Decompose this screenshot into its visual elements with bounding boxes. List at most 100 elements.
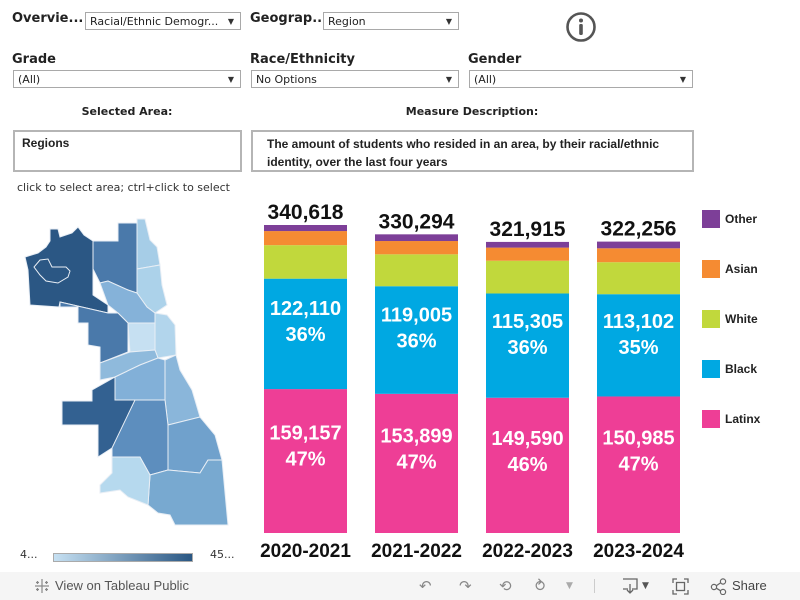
segment-value-label: 149,590 bbox=[491, 428, 563, 450]
segment-percent-label: 35% bbox=[618, 337, 658, 359]
bar-segment-white bbox=[597, 262, 680, 295]
tableau-logo-icon bbox=[34, 578, 50, 598]
grade-dropdown[interactable]: (All) ▼ bbox=[13, 70, 241, 88]
footer-toolbar: View on Tableau Public ↶ ↷ ⟲ ⥁ ▼ ▼ Share bbox=[0, 572, 800, 600]
map-color-scale bbox=[53, 553, 193, 562]
toolbar-divider bbox=[594, 579, 595, 593]
segment-value-label: 113,102 bbox=[603, 311, 674, 333]
legend-label: Asian bbox=[725, 262, 758, 276]
overview-dropdown-value: Racial/Ethnic Demogr... bbox=[90, 15, 219, 28]
segment-percent-label: 47% bbox=[396, 452, 436, 474]
segment-value-label: 119,005 bbox=[381, 305, 452, 327]
legend-swatch bbox=[702, 260, 720, 278]
map-region-far-southwest-pocket[interactable] bbox=[99, 456, 151, 506]
bar-segment-other bbox=[264, 225, 347, 232]
bar-total-label: 330,294 bbox=[379, 210, 455, 233]
legend-item-other[interactable]: Other bbox=[702, 210, 757, 228]
segment-percent-label: 46% bbox=[507, 454, 547, 476]
bar-segment-other bbox=[597, 241, 680, 249]
bar-segment-asian bbox=[597, 248, 680, 263]
segment-value-label: 115,305 bbox=[492, 311, 563, 333]
grade-dropdown-value: (All) bbox=[18, 73, 41, 86]
download-icon[interactable] bbox=[621, 578, 639, 598]
bar-segment-asian bbox=[264, 231, 347, 246]
chevron-down-icon: ▼ bbox=[445, 17, 452, 26]
map-region-south-lakefront[interactable] bbox=[164, 354, 201, 426]
legend-swatch bbox=[702, 210, 720, 228]
region-map[interactable] bbox=[0, 195, 245, 535]
segment-value-label: 159,157 bbox=[269, 422, 341, 444]
category-label: 2023-2024 bbox=[593, 541, 684, 562]
chevron-down-icon: ▼ bbox=[679, 75, 686, 84]
bar-total-label: 322,256 bbox=[601, 218, 677, 241]
segment-percent-label: 47% bbox=[618, 453, 658, 475]
legend-item-latinx[interactable]: Latinx bbox=[702, 410, 760, 428]
category-label: 2022-2023 bbox=[482, 541, 573, 562]
geography-dropdown[interactable]: Region ▼ bbox=[323, 12, 459, 30]
grade-filter-label: Grade bbox=[12, 52, 56, 67]
view-on-tableau-link[interactable]: View on Tableau Public bbox=[55, 578, 189, 593]
map-region-far-north-lakefront[interactable] bbox=[136, 218, 161, 270]
share-button[interactable]: Share bbox=[732, 578, 767, 593]
map-hint: click to select area; ctrl+click to sele… bbox=[17, 181, 230, 194]
geography-dropdown-value: Region bbox=[328, 15, 366, 28]
segment-percent-label: 36% bbox=[285, 324, 325, 346]
segment-percent-label: 47% bbox=[285, 448, 325, 470]
stacked-bar-chart: 159,157 47% 122,110 36% 340,618 2020-2021 153,… bbox=[260, 201, 684, 562]
category-label: 2021-2022 bbox=[371, 541, 462, 562]
legend-swatch bbox=[702, 310, 720, 328]
scale-max-label: 45... bbox=[210, 548, 235, 561]
selected-area-value: Regions bbox=[22, 136, 70, 150]
gender-dropdown-value: (All) bbox=[474, 73, 497, 86]
segment-percent-label: 36% bbox=[396, 331, 436, 353]
info-icon[interactable] bbox=[565, 11, 597, 43]
fullscreen-icon[interactable] bbox=[672, 578, 689, 599]
gender-filter-label: Gender bbox=[468, 52, 522, 67]
chevron-down-icon: ▼ bbox=[227, 75, 234, 84]
legend-swatch bbox=[702, 410, 720, 428]
race-dropdown[interactable]: No Options ▼ bbox=[251, 70, 459, 88]
legend-label: Black bbox=[725, 362, 758, 376]
share-icon[interactable] bbox=[710, 578, 728, 599]
bar-total-label: 340,618 bbox=[268, 201, 344, 224]
bar-segment-other bbox=[486, 241, 569, 248]
gender-dropdown[interactable]: (All) ▼ bbox=[469, 70, 693, 88]
selected-area-box: Regions bbox=[13, 130, 242, 172]
measure-description-value: The amount of students who resided in an… bbox=[267, 137, 660, 169]
bar-segment-asian bbox=[486, 247, 569, 261]
redo-icon[interactable]: ↷ bbox=[459, 577, 472, 595]
geography-filter-label: Geograp... bbox=[250, 11, 328, 26]
legend-label: Other bbox=[725, 212, 758, 226]
category-label: 2020-2021 bbox=[260, 541, 351, 562]
measure-description-title: Measure Description: bbox=[405, 105, 539, 118]
selected-area-title: Selected Area: bbox=[81, 105, 173, 118]
legend-swatch bbox=[702, 360, 720, 378]
overview-dropdown[interactable]: Racial/Ethnic Demogr... ▼ bbox=[85, 12, 241, 30]
segment-value-label: 150,985 bbox=[602, 427, 674, 449]
bar-segment-asian bbox=[375, 241, 458, 255]
legend-item-asian[interactable]: Asian bbox=[702, 260, 758, 278]
undo-icon[interactable]: ↶ bbox=[419, 577, 432, 595]
revert-icon[interactable]: ⟲ bbox=[499, 577, 512, 595]
legend-label: White bbox=[725, 312, 758, 326]
segment-value-label: 153,899 bbox=[380, 426, 452, 448]
legend-item-white[interactable]: White bbox=[702, 310, 758, 328]
map-region-central-west[interactable] bbox=[127, 322, 156, 353]
race-dropdown-value: No Options bbox=[256, 73, 317, 86]
map-region-central[interactable] bbox=[154, 312, 177, 359]
refresh-icon[interactable]: ⥁ bbox=[535, 577, 545, 595]
chevron-down-icon[interactable]: ▼ bbox=[642, 581, 649, 591]
map-region-north[interactable] bbox=[92, 222, 138, 294]
legend-label: Latinx bbox=[725, 412, 761, 426]
chevron-down-icon[interactable]: ▼ bbox=[566, 581, 573, 591]
segment-percent-label: 36% bbox=[507, 337, 547, 359]
legend-item-black[interactable]: Black bbox=[702, 360, 757, 378]
chevron-down-icon: ▼ bbox=[445, 75, 452, 84]
segment-value-label: 122,110 bbox=[270, 298, 341, 320]
bar-segment-white bbox=[486, 260, 569, 294]
bar-segment-white bbox=[375, 254, 458, 287]
overview-filter-label: Overvie... bbox=[12, 11, 84, 26]
bar-segment-other bbox=[375, 234, 458, 242]
bar-segment-white bbox=[264, 245, 347, 279]
measure-description-box: The amount of students who resided in an… bbox=[251, 130, 694, 172]
